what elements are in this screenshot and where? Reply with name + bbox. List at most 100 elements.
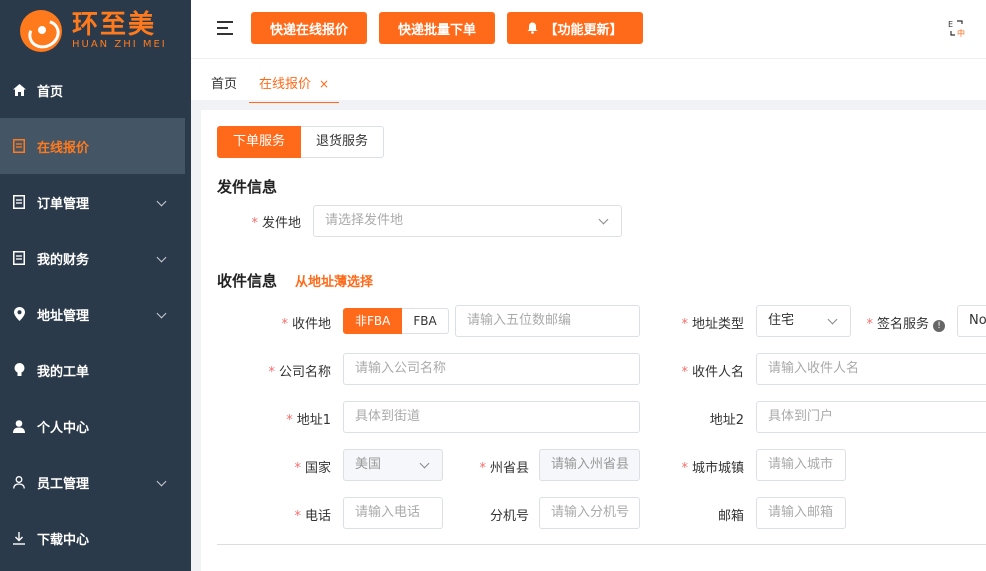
ext-input[interactable]: 请输入分机号 bbox=[539, 497, 640, 529]
tab-online-quote-label: 在线报价 bbox=[259, 77, 312, 92]
origin-select[interactable]: 请选择发件地 bbox=[313, 205, 622, 237]
country-label-text: 国家 bbox=[304, 461, 331, 476]
sidebar-item-label: 个人中心 bbox=[37, 420, 90, 436]
origin-placeholder: 请选择发件地 bbox=[325, 213, 404, 228]
city-input[interactable]: 请输入城市 bbox=[756, 449, 846, 481]
logo-name-en: HUAN ZHI MEI bbox=[72, 39, 167, 50]
phone-input[interactable]: 请输入电话 bbox=[343, 497, 443, 529]
document-icon bbox=[12, 195, 26, 209]
origin-label-text: 发件地 bbox=[261, 216, 301, 231]
sign-value: No bbox=[969, 313, 986, 328]
addr1-input[interactable]: 具体到街道 bbox=[343, 401, 640, 433]
sidebar-item-home[interactable]: 首页 bbox=[0, 62, 191, 118]
recipient-name-label: * 收件人名 bbox=[681, 365, 744, 380]
close-icon[interactable]: × bbox=[319, 77, 329, 91]
info-icon[interactable]: ! bbox=[933, 320, 945, 332]
feature-update-button[interactable]: 【功能更新】 bbox=[507, 12, 643, 44]
country-select[interactable]: 美国 bbox=[343, 449, 443, 481]
return-service-tab[interactable]: 退货服务 bbox=[301, 126, 385, 158]
state-placeholder: 请输入州省县 bbox=[551, 457, 630, 472]
fba-option[interactable]: FBA bbox=[402, 308, 449, 334]
address-book-link[interactable]: 从地址薄选择 bbox=[295, 271, 373, 290]
language-switch-icon[interactable]: E中 bbox=[948, 19, 966, 39]
addr2-input[interactable]: 具体到门户 bbox=[756, 401, 986, 433]
addr1-label: * 地址1 bbox=[286, 413, 331, 428]
addr2-label: 地址2 bbox=[674, 409, 744, 428]
city-label: * 城市城镇 bbox=[681, 461, 744, 476]
sidebar-item-orders[interactable]: 订单管理 bbox=[0, 174, 191, 230]
chevron-down-icon bbox=[827, 314, 838, 325]
sidebar-menu: 首页 在线报价 订单管理 我的财务 地址管理 我的工单 个人中心 员工管理 下载… bbox=[0, 62, 191, 566]
state-label: * 州省县 bbox=[479, 461, 529, 476]
company-input[interactable]: 请输入公司名称 bbox=[343, 353, 640, 385]
zip-input[interactable]: 请输入五位数邮编 bbox=[455, 305, 640, 337]
menu-toggle-icon[interactable] bbox=[217, 21, 233, 35]
tab-online-quote[interactable]: 在线报价 × bbox=[249, 73, 340, 103]
sidebar-item-downloads[interactable]: 下载中心 bbox=[0, 510, 191, 566]
recipient-name-input[interactable]: 请输入收件人名 bbox=[756, 353, 986, 385]
state-input[interactable]: 请输入州省县 bbox=[539, 449, 640, 481]
addr-type-label-text: 地址类型 bbox=[691, 317, 744, 332]
origin-label: * 发件地 bbox=[251, 216, 301, 231]
phone-label: * 电话 bbox=[294, 509, 331, 524]
dest-label: * 收件地 bbox=[281, 317, 331, 332]
sidebar-item-label: 在线报价 bbox=[37, 140, 90, 156]
user-outline-icon bbox=[12, 475, 26, 489]
document-icon bbox=[12, 139, 26, 153]
sidebar-item-tickets[interactable]: 我的工单 bbox=[0, 342, 191, 398]
zip-placeholder: 请输入五位数邮编 bbox=[467, 313, 572, 328]
non-fba-option[interactable]: 非FBA bbox=[343, 308, 403, 334]
country-value: 美国 bbox=[355, 457, 382, 472]
sidebar-item-staff[interactable]: 员工管理 bbox=[0, 454, 191, 510]
sidebar-item-address[interactable]: 地址管理 bbox=[0, 286, 191, 342]
addr1-label-text: 地址1 bbox=[296, 413, 331, 428]
quick-quote-button[interactable]: 快递在线报价 bbox=[251, 12, 367, 44]
sidebar-item-label: 员工管理 bbox=[37, 476, 90, 492]
sidebar-item-label: 下载中心 bbox=[37, 532, 90, 548]
recipient-name-label-text: 收件人名 bbox=[691, 365, 744, 380]
sidebar-item-label: 首页 bbox=[37, 84, 64, 100]
logo-globe-icon bbox=[20, 10, 62, 52]
logo[interactable]: 环至美 HUAN ZHI MEI bbox=[0, 0, 191, 62]
user-icon bbox=[12, 419, 26, 433]
addr-type-select[interactable]: 住宅 bbox=[756, 305, 851, 337]
sidebar-item-online-quote[interactable]: 在线报价 bbox=[0, 118, 185, 174]
lightbulb-icon bbox=[12, 363, 26, 377]
bell-icon bbox=[527, 22, 538, 34]
receiver-section-title: 收件信息 bbox=[217, 272, 278, 290]
country-label: * 国家 bbox=[294, 461, 331, 476]
city-label-text: 城市城镇 bbox=[691, 461, 744, 476]
chevron-down-icon bbox=[598, 214, 609, 225]
sidebar-item-label: 地址管理 bbox=[37, 308, 90, 324]
addr2-placeholder: 具体到门户 bbox=[768, 409, 834, 424]
batch-order-button[interactable]: 快递批量下单 bbox=[379, 12, 495, 44]
phone-label-text: 电话 bbox=[304, 509, 331, 524]
order-service-tab[interactable]: 下单服务 bbox=[217, 126, 302, 158]
quote-form-card: 下单服务 退货服务 发件信息 * 发件地 请选择发件地 收件信息 从地址薄选择 *… bbox=[201, 110, 986, 571]
email-label-text: 邮箱 bbox=[717, 509, 744, 524]
sign-label-text: 签名服务 bbox=[876, 317, 929, 332]
sign-label: * 签名服务! bbox=[859, 313, 945, 332]
state-label-text: 州省县 bbox=[489, 461, 529, 476]
section-divider bbox=[217, 544, 986, 545]
batch-order-label: 快递批量下单 bbox=[397, 22, 476, 38]
home-icon bbox=[12, 83, 26, 97]
chevron-down-icon bbox=[419, 458, 430, 469]
tab-home[interactable]: 首页 bbox=[211, 73, 237, 92]
svg-text:中: 中 bbox=[957, 28, 965, 37]
sign-select[interactable]: No bbox=[957, 305, 986, 337]
email-input[interactable]: 请输入邮箱 bbox=[756, 497, 846, 529]
svg-text:E: E bbox=[948, 20, 953, 29]
ext-placeholder: 请输入分机号 bbox=[551, 505, 630, 520]
addr-type-value: 住宅 bbox=[768, 313, 795, 328]
sidebar-item-label: 我的工单 bbox=[37, 364, 90, 380]
sender-section-title: 发件信息 bbox=[217, 178, 278, 196]
city-placeholder: 请输入城市 bbox=[768, 457, 834, 472]
download-icon bbox=[12, 531, 26, 545]
addr1-placeholder: 具体到街道 bbox=[355, 409, 421, 424]
chevron-down-icon bbox=[156, 252, 167, 263]
phone-placeholder: 请输入电话 bbox=[355, 505, 421, 520]
email-placeholder: 请输入邮箱 bbox=[768, 505, 834, 520]
sidebar-item-profile[interactable]: 个人中心 bbox=[0, 398, 191, 454]
sidebar-item-finance[interactable]: 我的财务 bbox=[0, 230, 191, 286]
